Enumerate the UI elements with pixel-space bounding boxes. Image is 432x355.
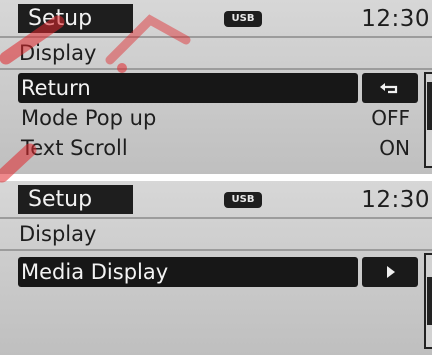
display-settings-screen-2: Setup USB 12:30 Display Media Display — [0, 181, 432, 355]
menu-item-return[interactable]: Return — [18, 73, 358, 103]
usb-badge: USB — [224, 192, 262, 208]
usb-badge: USB — [224, 11, 262, 27]
setup-tab[interactable]: Setup — [18, 185, 133, 214]
scroll-thumb[interactable] — [427, 82, 432, 130]
menu-item-text-scroll[interactable]: Text Scroll — [18, 133, 358, 163]
play-right-icon — [387, 266, 395, 278]
display-settings-screen-1: Setup USB 12:30 Display Return Mode Pop … — [0, 0, 432, 174]
setup-tab[interactable]: Setup — [18, 4, 133, 33]
clock: 12:30 — [361, 6, 430, 32]
clock: 12:30 — [361, 187, 430, 213]
menu-item-mode-pop-up[interactable]: Mode Pop up — [18, 103, 358, 133]
menu-item-media-display[interactable]: Media Display — [18, 257, 358, 287]
divider — [0, 217, 432, 219]
menu-item-label: Return — [21, 76, 91, 100]
scrollbar[interactable] — [424, 72, 432, 168]
menu-item-label: Media Display — [21, 260, 169, 284]
scrollbar[interactable] — [424, 253, 432, 349]
menu-item-label: Text Scroll — [21, 136, 128, 160]
divider — [0, 249, 432, 251]
divider — [0, 68, 432, 70]
text-scroll-value[interactable]: ON — [379, 133, 410, 163]
return-arrow-icon — [380, 83, 398, 94]
page-title: Display — [19, 41, 97, 65]
status-bar: Setup USB 12:30 — [0, 181, 432, 217]
scroll-thumb[interactable] — [427, 277, 432, 325]
divider — [0, 36, 432, 38]
menu-item-label: Mode Pop up — [21, 106, 157, 130]
status-bar: Setup USB 12:30 — [0, 0, 432, 36]
mode-pop-up-value[interactable]: OFF — [371, 103, 410, 133]
page-title: Display — [19, 222, 97, 246]
enter-button[interactable] — [362, 257, 418, 287]
return-button[interactable] — [362, 73, 418, 103]
